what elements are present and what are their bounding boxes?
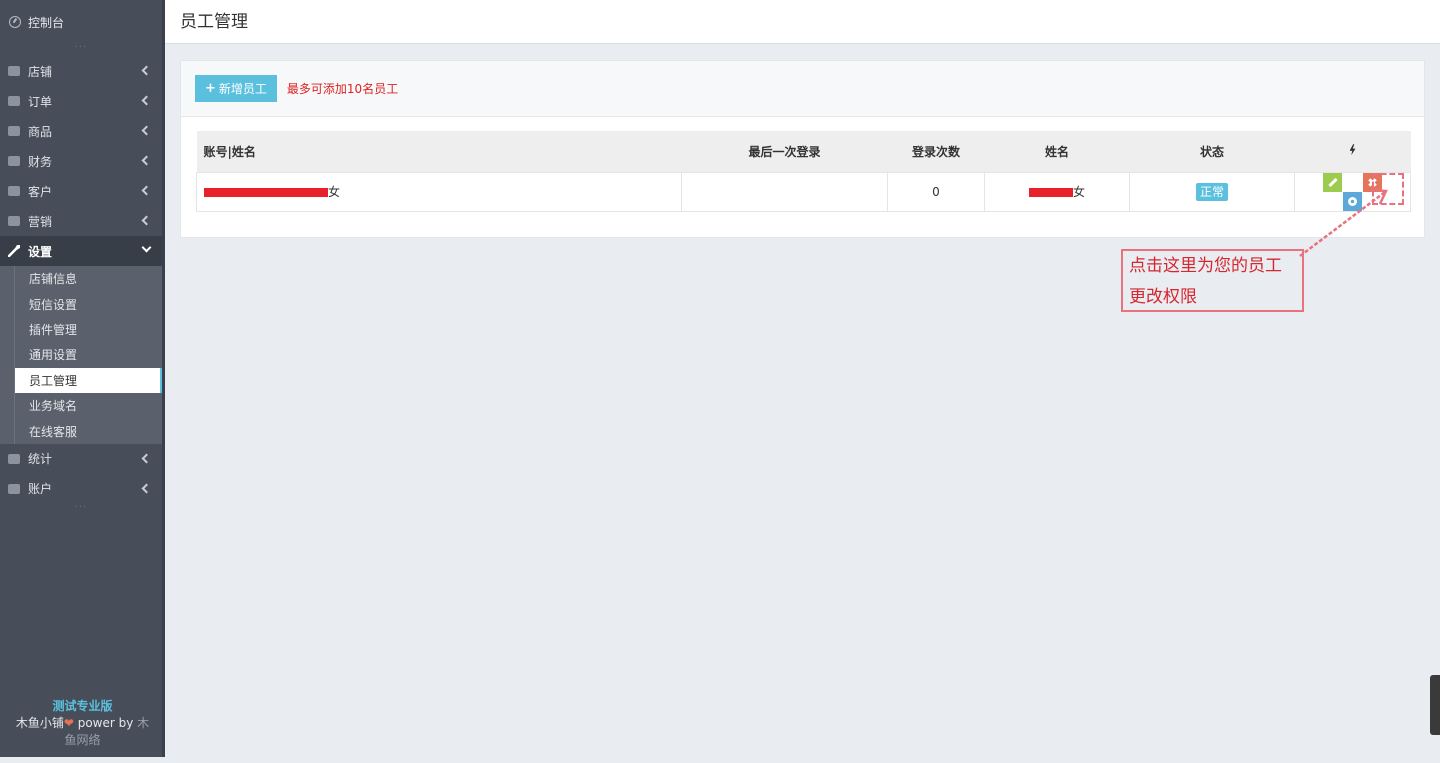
staff-table: 账号|姓名 最后一次登录 登录次数 姓名 状态 女 0 女 正常 — [196, 131, 1411, 212]
col-status: 状态 — [1129, 131, 1295, 172]
annotation-note: 点击这里为您的员工 更改权限 — [1121, 249, 1304, 312]
settings-submenu: 店铺信息 短信设置 插件管理 通用设置 员工管理 业务域名 在线客服 — [0, 266, 162, 444]
submenu-item-plugins[interactable]: 插件管理 — [0, 317, 162, 342]
annotation-line-2: 更改权限 — [1129, 287, 1197, 307]
staff-limit-hint: 最多可添加10名员工 — [286, 82, 399, 96]
org-name-a: 木 — [137, 716, 150, 730]
col-actions — [1294, 131, 1411, 172]
dashboard-link[interactable]: 控制台 — [0, 0, 162, 44]
wrench-icon — [8, 245, 20, 257]
cell-status: 正常 — [1129, 171, 1295, 212]
chevron-left-icon — [141, 95, 152, 106]
gift-icon — [8, 216, 20, 226]
key-icon — [8, 483, 20, 494]
chevron-left-icon — [141, 125, 152, 136]
col-name: 姓名 — [984, 131, 1130, 172]
sidebar-item-stats[interactable]: 统计 — [0, 444, 162, 474]
status-badge: 正常 — [1195, 183, 1228, 201]
orders-icon — [8, 96, 20, 106]
submenu-item-business-domain[interactable]: 业务域名 — [0, 393, 162, 418]
chevron-left-icon — [141, 65, 152, 76]
signal-icon — [8, 453, 20, 464]
sidebar-item-account[interactable]: 账户 — [0, 474, 162, 504]
cell-login-count: 0 — [887, 171, 985, 212]
sidebar-item-label: 财务 — [28, 154, 53, 169]
sidebar-footer: 测试专业版 木鱼小铺❤ power by 木 鱼网络 — [0, 698, 165, 749]
col-login-count: 登录次数 — [887, 131, 985, 172]
cell-account: 女 — [196, 171, 682, 212]
add-staff-button[interactable]: + 新增员工 — [195, 75, 277, 102]
sidebar-item-label: 统计 — [28, 452, 53, 467]
chevron-left-icon — [141, 155, 152, 166]
sidebar-item-label: 订单 — [28, 94, 53, 109]
staff-panel: + 新增员工 最多可添加10名员工 账号|姓名 最后一次登录 登录次数 姓名 状… — [180, 60, 1425, 238]
plus-icon: + — [205, 81, 216, 96]
scale-icon — [8, 126, 20, 136]
name-suffix: 女 — [1072, 185, 1085, 199]
divider: ··· — [74, 501, 88, 513]
redacted-text — [1028, 188, 1073, 197]
cell-last-login — [681, 171, 888, 212]
store-icon — [8, 66, 20, 76]
sidebar-item-finance[interactable]: 财务 — [0, 146, 162, 176]
submenu-item-online-service[interactable]: 在线客服 — [0, 418, 162, 443]
chevron-left-icon — [141, 185, 152, 196]
sidebar-item-marketing[interactable]: 营销 — [0, 206, 162, 236]
sidebar: 控制台 ··· 店铺 订单 商品 财务 客户 营销 设置 店铺信息 短信设置 插… — [0, 0, 165, 757]
sidebar-item-store[interactable]: 店铺 — [0, 56, 162, 86]
annotation-arrow — [1299, 188, 1388, 257]
cell-name: 女 — [984, 171, 1130, 212]
page-title: 员工管理 — [180, 12, 248, 32]
submenu-item-staff-management[interactable]: 员工管理 — [15, 367, 162, 393]
annotation-line-1: 点击这里为您的员工 — [1129, 256, 1282, 276]
page-header: 员工管理 — [165, 0, 1440, 44]
chevron-left-icon — [141, 453, 152, 464]
panel-toolbar: + 新增员工 最多可添加10名员工 — [181, 61, 1424, 117]
submenu-item-store-info[interactable]: 店铺信息 — [0, 266, 162, 291]
power-text: power by — [73, 716, 138, 730]
submenu-item-general-settings[interactable]: 通用设置 — [0, 342, 162, 367]
money-icon — [8, 156, 20, 166]
account-suffix: 女 — [328, 185, 341, 199]
chevron-left-icon — [141, 215, 152, 226]
users-icon — [8, 186, 20, 196]
sidebar-item-settings[interactable]: 设置 — [0, 236, 162, 266]
divider: ··· — [74, 42, 88, 53]
version-label: 测试专业版 — [52, 699, 113, 713]
add-staff-label: 新增员工 — [218, 82, 267, 96]
redacted-text — [204, 188, 328, 197]
sidebar-item-label: 客户 — [28, 184, 53, 199]
chevron-down-icon — [141, 242, 152, 253]
volume-meter — [1430, 675, 1440, 735]
sidebar-item-customers[interactable]: 客户 — [0, 176, 162, 206]
col-account-name: 账号|姓名 — [196, 131, 682, 172]
dashboard-label: 控制台 — [28, 15, 65, 30]
heart-icon: ❤ — [63, 716, 74, 730]
table-row: 女 0 女 正常 — [196, 171, 1411, 212]
col-last-login: 最后一次登录 — [681, 131, 888, 172]
sidebar-item-products[interactable]: 商品 — [0, 116, 162, 146]
table-header-row: 账号|姓名 最后一次登录 登录次数 姓名 状态 — [196, 131, 1411, 172]
sidebar-item-label: 设置 — [28, 244, 53, 259]
sidebar-item-label: 店铺 — [28, 64, 53, 79]
sidebar-item-orders[interactable]: 订单 — [0, 86, 162, 116]
dashboard-icon — [9, 16, 21, 28]
bolt-icon — [1349, 144, 1356, 156]
sidebar-item-label: 商品 — [28, 124, 53, 139]
sidebar-item-label: 营销 — [28, 214, 53, 229]
submenu-item-sms-settings[interactable]: 短信设置 — [0, 291, 162, 316]
sidebar-item-label: 账户 — [28, 482, 53, 497]
brand-name: 木鱼小铺 — [15, 716, 64, 730]
chevron-left-icon — [141, 483, 152, 494]
org-name-b: 鱼网络 — [64, 733, 101, 747]
brand-line: 木鱼小铺❤ power by 木 — [0, 715, 165, 732]
